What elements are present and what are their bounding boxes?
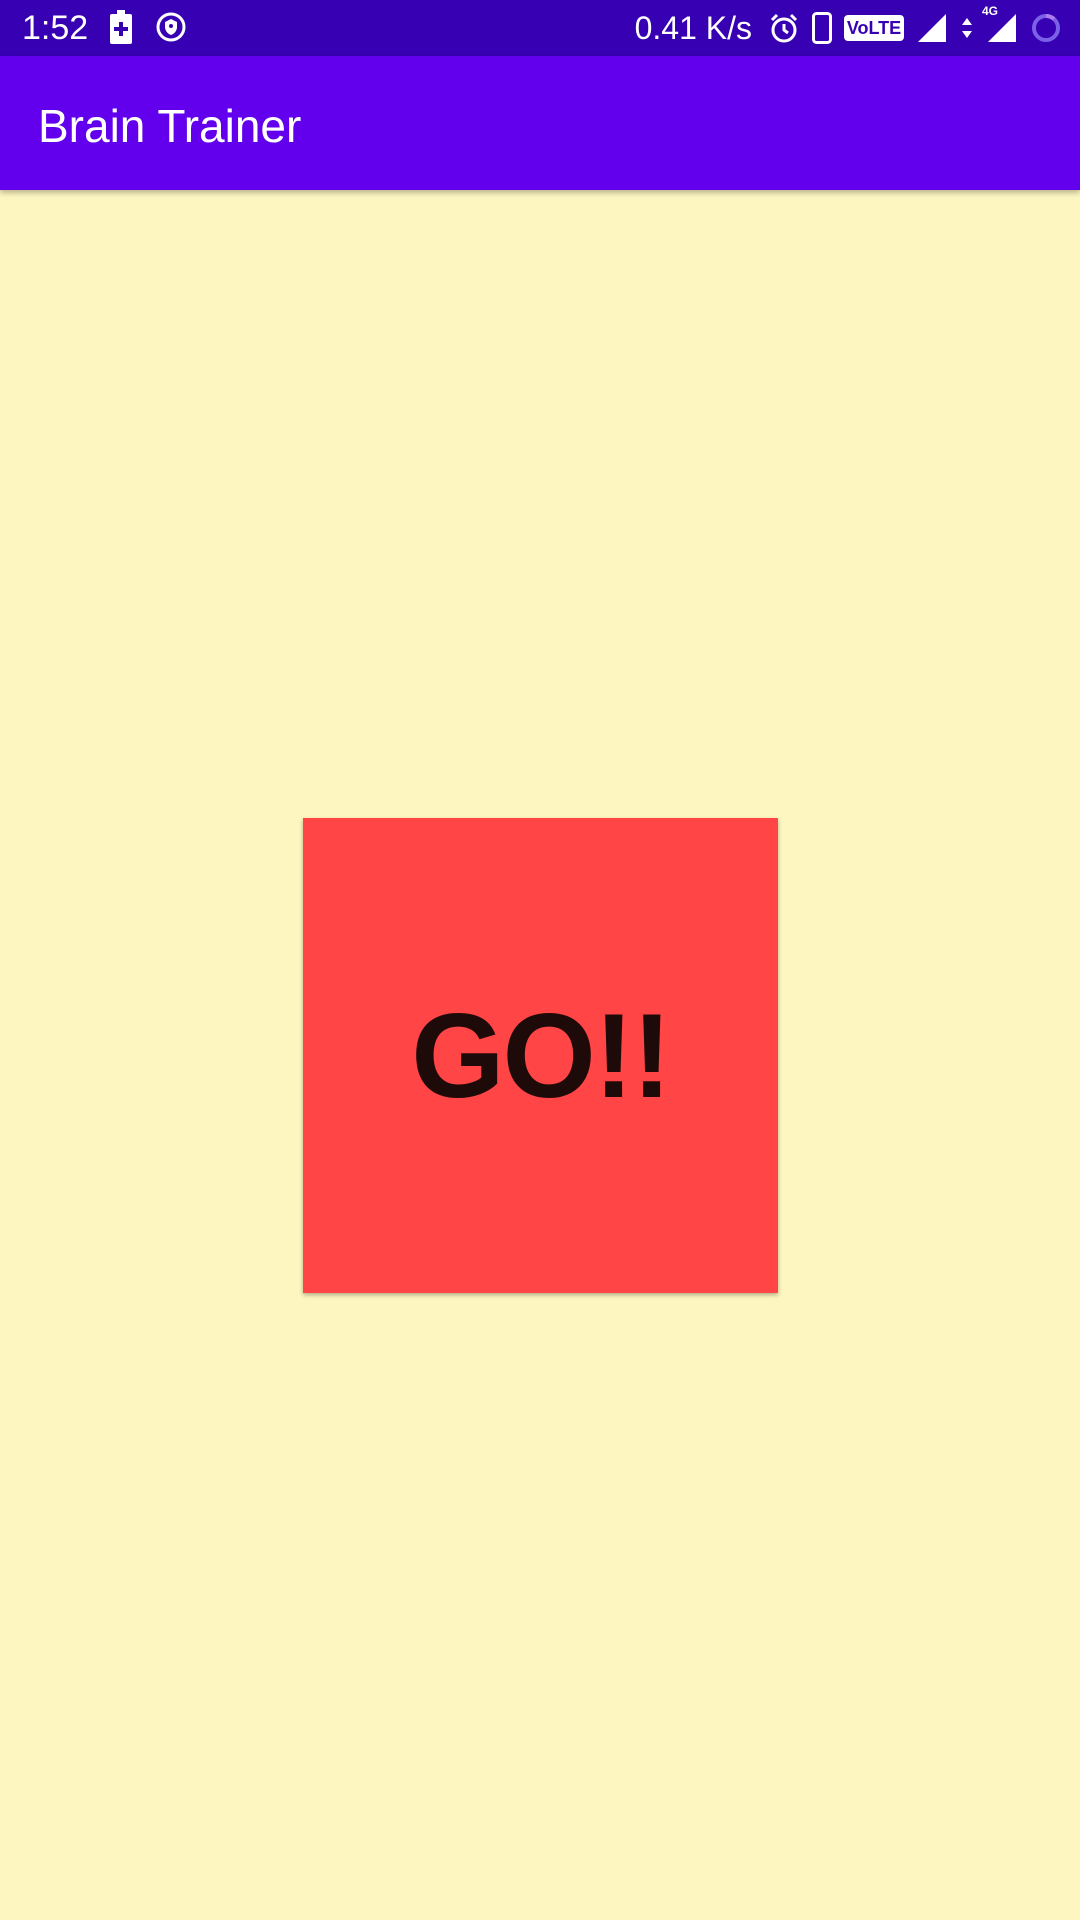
go-button[interactable]: GO!! [303, 818, 778, 1293]
status-time: 1:52 [22, 9, 89, 47]
data-arrows-icon [960, 14, 974, 42]
vpn-shield-icon [156, 12, 186, 42]
signal-4g-icon: 4G [982, 4, 1018, 44]
network-label: 4G [982, 4, 999, 18]
phone-icon [812, 12, 832, 44]
status-right-group: 0.41 K/s VoLTE 4G [634, 4, 1062, 48]
battery-charging-icon [110, 10, 132, 44]
alarm-icon [768, 12, 800, 44]
loading-ring-icon [1030, 12, 1062, 44]
volte-icon: VoLTE [844, 15, 904, 41]
status-bar: 1:52 0.41 K/s VoLTE 4G [0, 0, 1080, 56]
signal-icon [916, 12, 948, 44]
app-title: Brain Trainer [38, 100, 302, 152]
net-speed: 0.41 K/s [634, 10, 752, 46]
status-left-icons [110, 10, 186, 44]
go-button-label: GO!! [411, 988, 672, 1123]
app-bar: Brain Trainer [0, 56, 1080, 190]
